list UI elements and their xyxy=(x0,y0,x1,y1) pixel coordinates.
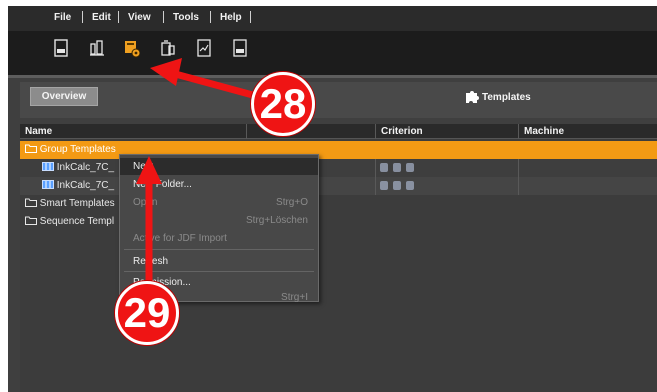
toolbar-divider xyxy=(8,75,657,78)
column-header-name[interactable]: Name xyxy=(25,126,52,137)
menu-item-new[interactable]: New xyxy=(120,158,318,175)
menu-file[interactable]: File xyxy=(54,12,71,23)
menu-view[interactable]: View xyxy=(128,12,151,23)
inking-icon[interactable] xyxy=(89,38,105,58)
callout-badge-29: 29 xyxy=(115,281,179,345)
menu-item-shortcut: Strg+I xyxy=(281,292,308,303)
table-row-group-templates[interactable]: Group Templates xyxy=(20,141,657,159)
context-menu: New New Folder... Open Strg+O Strg+Lösch… xyxy=(119,154,319,303)
menu-separator xyxy=(250,11,251,23)
table-row-sequence-templates[interactable]: Sequence Templ xyxy=(20,213,657,231)
menu-item-label: Active for JDF Import xyxy=(133,233,227,244)
folder-icon xyxy=(25,216,37,225)
menu-separator xyxy=(163,11,164,23)
application-window: File Edit View Tools Help Overview Templ… xyxy=(8,6,657,392)
column-header-machine[interactable]: Machine xyxy=(524,126,564,137)
table-header: Name Criterion Machine xyxy=(20,124,657,139)
column-divider xyxy=(246,124,247,139)
table-row[interactable]: InkCalc_7C_ xyxy=(20,159,657,177)
view-header: Overview Templates xyxy=(20,82,657,118)
row-label-text: Smart Templates xyxy=(39,198,115,209)
menu-item-new-folder[interactable]: New Folder... xyxy=(120,176,318,193)
template-table-icon xyxy=(42,162,54,171)
pdf-document-icon[interactable] xyxy=(232,38,248,58)
menu-item-shortcut: Strg+O xyxy=(276,197,308,208)
menu-tools[interactable]: Tools xyxy=(173,12,199,23)
column-divider xyxy=(518,159,519,177)
job-icon[interactable] xyxy=(160,38,176,58)
page-title: Templates xyxy=(482,92,531,103)
menu-item-label: Refresh xyxy=(133,256,169,267)
toolbar xyxy=(8,31,657,75)
menu-edit[interactable]: Edit xyxy=(92,12,111,23)
row-label-text: InkCalc_7C_ xyxy=(56,162,115,173)
menu-item-refresh[interactable]: Refresh xyxy=(120,253,318,270)
row-label-text: InkCalc_7C_ xyxy=(56,180,115,191)
criterion-icon xyxy=(393,181,401,190)
folder-icon xyxy=(25,198,37,207)
row-label: Sequence Templ xyxy=(25,216,114,227)
row-label: InkCalc_7C_ xyxy=(42,180,114,191)
row-label-text: Sequence Templ xyxy=(39,216,115,227)
criterion-icon xyxy=(393,163,401,172)
menu-bar: File Edit View Tools Help xyxy=(8,6,657,31)
row-label-text: Group Templates xyxy=(39,144,116,155)
overview-button[interactable]: Overview xyxy=(30,87,98,106)
column-divider xyxy=(375,124,376,139)
menu-separator xyxy=(124,249,314,250)
folder-open-icon xyxy=(25,144,37,153)
chart-document-icon[interactable] xyxy=(196,38,212,58)
menu-separator xyxy=(82,11,83,23)
criterion-icon xyxy=(380,181,388,190)
column-divider xyxy=(375,159,376,177)
abc-document-icon[interactable] xyxy=(53,38,69,58)
criterion-icons xyxy=(380,181,414,190)
menu-item-delete[interactable]: Strg+Löschen xyxy=(120,212,318,229)
menu-separator xyxy=(118,11,119,23)
menu-separator xyxy=(124,271,314,272)
criterion-icons xyxy=(380,163,414,172)
column-divider xyxy=(518,177,519,195)
puzzle-icon xyxy=(466,91,479,103)
menu-separator xyxy=(210,11,211,23)
column-header-criterion[interactable]: Criterion xyxy=(381,126,423,137)
column-divider xyxy=(518,124,519,139)
templates-table: Name Criterion Machine Group Templates I… xyxy=(20,124,657,392)
templates-gear-icon[interactable] xyxy=(124,38,140,58)
menu-item-open[interactable]: Open Strg+O xyxy=(120,194,318,211)
menu-help[interactable]: Help xyxy=(220,12,242,23)
row-label: Group Templates xyxy=(25,144,116,155)
menu-item-label: Open xyxy=(133,197,158,208)
menu-item-active-jdf-import[interactable]: Active for JDF Import xyxy=(120,230,318,247)
row-label: Smart Templates xyxy=(25,198,115,209)
menu-item-shortcut: Strg+Löschen xyxy=(246,215,308,226)
criterion-icon xyxy=(406,181,414,190)
menu-item-label: New Folder... xyxy=(133,179,192,190)
callout-badge-28: 28 xyxy=(251,72,315,136)
menu-item-label: New xyxy=(133,161,154,172)
table-row[interactable]: InkCalc_7C_ xyxy=(20,177,657,195)
table-row-smart-templates[interactable]: Smart Templates xyxy=(20,195,657,213)
row-label: InkCalc_7C_ xyxy=(42,162,114,173)
template-table-icon xyxy=(42,180,54,189)
criterion-icon xyxy=(406,163,414,172)
criterion-icon xyxy=(380,163,388,172)
column-divider xyxy=(375,177,376,195)
